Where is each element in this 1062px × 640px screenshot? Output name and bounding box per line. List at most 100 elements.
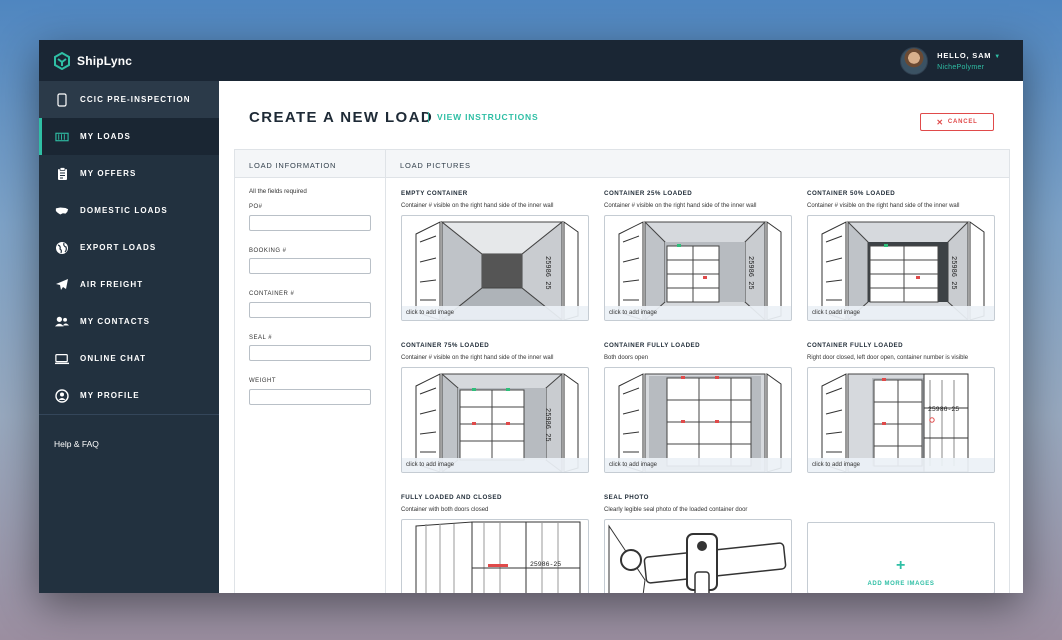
panel-header: LOAD INFORMATION LOAD PICTURES (235, 150, 1009, 178)
load-panel: LOAD INFORMATION LOAD PICTURES All the f… (234, 149, 1010, 593)
picture-upload-slot[interactable] (604, 519, 792, 593)
booking-label: BOOKING # (249, 247, 287, 254)
seal-illustration-icon (608, 524, 787, 593)
picture-card-full-open: CONTAINER FULLY LOADED Both doors open c… (604, 342, 792, 473)
picture-desc: Container with both doors closed (401, 507, 489, 513)
svg-text:25986 25: 25986 25 (543, 408, 551, 442)
picture-desc: Container # visible on the right hand si… (604, 203, 757, 209)
sidebar-item-label: MY PROFILE (80, 391, 140, 400)
add-image-prompt: click to add image (402, 458, 588, 472)
sidebar-item-my-contacts[interactable]: MY CONTACTS (39, 303, 219, 340)
sidebar-item-label: DOMESTIC LOADS (80, 206, 168, 215)
picture-card-empty: EMPTY CONTAINER Container # visible on t… (401, 190, 589, 321)
weight-input[interactable] (249, 388, 371, 405)
sidebar-item-air-freight[interactable]: AIR FREIGHT (39, 266, 219, 303)
close-icon: ✕ (936, 117, 944, 127)
shiplync-logo-icon (54, 52, 70, 70)
add-image-prompt: click to add image (605, 306, 791, 320)
sidebar: CCIC PRE-INSPECTION MY LOADS MY OFFERS D… (39, 81, 219, 593)
load-pictures-header: LOAD PICTURES (400, 161, 471, 170)
logo[interactable]: ShipLync (53, 52, 132, 70)
svg-text:25986-25: 25986-25 (530, 561, 561, 568)
title-separator: | (427, 111, 430, 123)
svg-text:25986-25: 25986-25 (928, 406, 959, 413)
picture-card-25: CONTAINER 25% LOADED Container # visible… (604, 190, 792, 321)
add-image-prompt: click to add image (808, 458, 994, 472)
po-label: PO# (249, 204, 263, 210)
svg-text:25986 25: 25986 25 (949, 256, 957, 290)
picture-card-full-right-closed: CONTAINER FULLY LOADED Right door closed… (807, 342, 995, 473)
users-icon (55, 315, 69, 329)
clipboard-icon (55, 166, 69, 181)
picture-title: CONTAINER 50% LOADED (807, 190, 896, 197)
picture-desc: Both doors open (604, 355, 649, 361)
picture-upload-slot[interactable]: 25986-25 (401, 519, 589, 593)
user-greeting[interactable]: HELLO, SAM ▼ (937, 51, 1001, 60)
sidebar-item-label: EXPORT LOADS (80, 243, 157, 252)
view-instructions-link[interactable]: VIEW INSTRUCTIONS (437, 112, 538, 122)
add-more-images-button[interactable]: + ADD MORE IMAGES (807, 522, 995, 593)
sidebar-item-domestic-loads[interactable]: DOMESTIC LOADS (39, 192, 219, 229)
picture-card-closed: FULLY LOADED AND CLOSED Container with b… (401, 494, 589, 593)
sidebar-item-my-profile[interactable]: MY PROFILE (39, 377, 219, 414)
sidebar-item-ccic-pre-inspection[interactable]: CCIC PRE-INSPECTION (39, 81, 219, 118)
top-bar: ShipLync HELLO, SAM ▼ NichePolymer (39, 40, 1023, 81)
help-faq-link[interactable]: Help & FAQ (39, 415, 219, 449)
sidebar-item-label: MY LOADS (80, 132, 131, 141)
cancel-button[interactable]: ✕ CANCEL (920, 113, 994, 131)
sidebar-item-label: CCIC PRE-INSPECTION (80, 95, 191, 104)
chat-icon (55, 352, 69, 366)
picture-title: FULLY LOADED AND CLOSED (401, 494, 502, 501)
plane-icon (55, 278, 69, 292)
sidebar-item-export-loads[interactable]: EXPORT LOADS (39, 229, 219, 266)
picture-upload-slot[interactable]: 25986 25 click to add image (401, 215, 589, 321)
sidebar-item-online-chat[interactable]: ONLINE CHAT (39, 340, 219, 377)
panel-divider (385, 150, 386, 593)
picture-upload-slot[interactable]: click to add image (604, 367, 792, 473)
picture-title: CONTAINER FULLY LOADED (604, 342, 701, 349)
profile-icon (55, 388, 69, 403)
picture-card-seal: SEAL PHOTO Clearly legible seal photo of… (604, 494, 792, 593)
picture-desc: Clearly legible seal photo of the loaded… (604, 507, 748, 513)
picture-card-50: CONTAINER 50% LOADED Container # visible… (807, 190, 995, 321)
sidebar-item-label: AIR FREIGHT (80, 280, 144, 289)
phone-icon (55, 92, 69, 107)
globe-icon (55, 241, 69, 255)
user-company: NichePolymer (937, 64, 985, 71)
load-information-header: LOAD INFORMATION (249, 161, 337, 170)
plus-icon: + (896, 557, 906, 574)
app-window: ShipLync HELLO, SAM ▼ NichePolymer CCIC … (39, 40, 1023, 593)
sidebar-item-label: ONLINE CHAT (80, 354, 147, 363)
user-menu[interactable]: HELLO, SAM ▼ NichePolymer (900, 46, 1001, 76)
picture-desc: Container # visible on the right hand si… (401, 355, 554, 361)
seal-label: SEAL # (249, 334, 273, 341)
po-input[interactable] (249, 214, 371, 231)
picture-title: SEAL PHOTO (604, 494, 649, 501)
picture-title: CONTAINER 25% LOADED (604, 190, 693, 197)
add-image-prompt: click to add image (605, 458, 791, 472)
svg-text:25986 25: 25986 25 (746, 256, 754, 290)
brand-name: ShipLync (77, 54, 133, 68)
sidebar-item-label: MY CONTACTS (80, 317, 151, 326)
picture-desc: Container # visible on the right hand si… (401, 203, 554, 209)
sidebar-item-my-loads[interactable]: MY LOADS (39, 118, 219, 155)
page-title: CREATE A NEW LOAD (249, 109, 434, 126)
seal-input[interactable] (249, 345, 371, 361)
container-input[interactable] (249, 301, 371, 318)
main-content: CREATE A NEW LOAD | VIEW INSTRUCTIONS ✕ … (219, 81, 1023, 593)
picture-desc: Right door closed, left door open, conta… (807, 355, 969, 361)
booking-input[interactable] (249, 258, 371, 274)
load-information-form: All the fields required PO# BOOKING # CO… (249, 188, 371, 422)
container-illustration-icon: 25986-25 (415, 521, 581, 593)
required-note: All the fields required (249, 188, 307, 195)
avatar[interactable] (900, 47, 929, 75)
picture-upload-slot[interactable]: 25986 25 click t oadd image (807, 215, 995, 321)
picture-upload-slot[interactable]: 25986 25 click to add image (604, 215, 792, 321)
picture-title: CONTAINER FULLY LOADED (807, 342, 904, 349)
svg-text:25986 25: 25986 25 (543, 256, 551, 290)
picture-card-75: CONTAINER 75% LOADED Container # visible… (401, 342, 589, 473)
picture-upload-slot[interactable]: 25986 25 click to add image (401, 367, 589, 473)
container-label: CONTAINER # (249, 291, 295, 297)
sidebar-item-my-offers[interactable]: MY OFFERS (39, 155, 219, 192)
picture-upload-slot[interactable]: 25986-25 click to add image (807, 367, 995, 473)
